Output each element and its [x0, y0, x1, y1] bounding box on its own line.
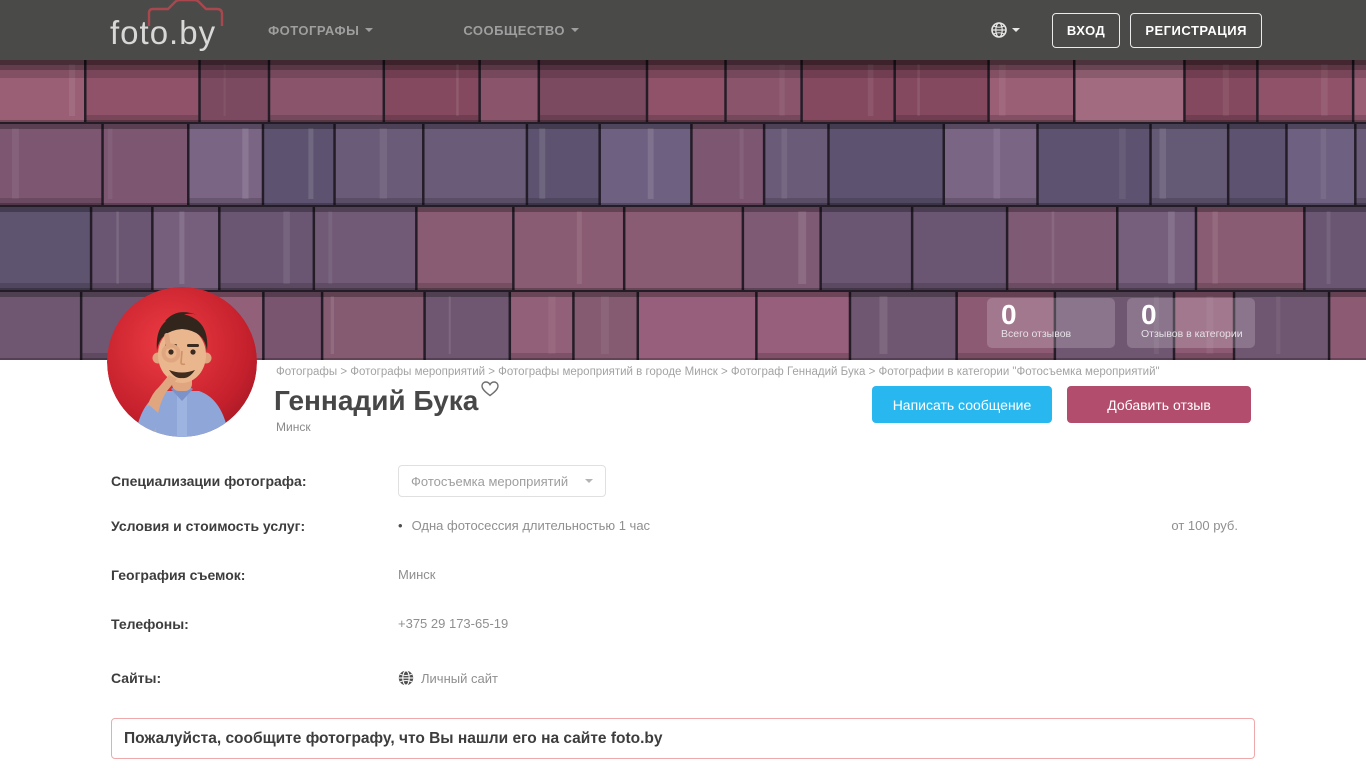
add-review-button[interactable]: Добавить отзыв — [1067, 386, 1251, 423]
phone-value: +375 29 173-65-19 — [398, 616, 509, 631]
nav-community[interactable]: СООБЩЕСТВО — [463, 22, 580, 38]
profile-actions: Написать сообщение Добавить отзыв — [872, 386, 1251, 423]
nav-photographers-label: ФОТОГРАФЫ — [268, 22, 360, 38]
chevron-down-icon — [585, 479, 593, 483]
avatar — [107, 287, 257, 437]
specializations-row: Специализации фотографа: Фотосъемка меро… — [111, 465, 1255, 497]
top-navbar: foto.by ФОТОГРАФЫ СООБЩЕСТВО ВХОД РЕГИСТ… — [0, 0, 1366, 60]
globe-icon — [991, 22, 1007, 38]
nav-photographers[interactable]: ФОТОГРАФЫ — [268, 22, 374, 38]
service-item: Одна фотосессия длительностью 1 час — [398, 518, 651, 534]
review-stats: 0 Всего отзывов 0 Отзывов в категории — [987, 298, 1255, 348]
register-button[interactable]: РЕГИСТРАЦИЯ — [1130, 12, 1262, 48]
photographer-city: Минск — [276, 420, 311, 434]
specialization-selected-value: Фотосъемка мероприятий — [411, 473, 569, 489]
stat-value: 0 — [1001, 299, 1017, 330]
stat-value: 0 — [1141, 299, 1157, 330]
photographer-name: Геннадий Бука — [274, 385, 479, 416]
stat-category-reviews: 0 Отзывов в категории — [1127, 298, 1255, 348]
phones-row: Телефоны: +375 29 173-65-19 — [111, 616, 1255, 632]
globe-icon — [398, 670, 414, 686]
notice-text: Пожалуйста, сообщите фотографу, что Вы н… — [124, 729, 663, 747]
personal-site-label: Личный сайт — [421, 670, 498, 686]
chevron-down-icon — [365, 28, 374, 32]
notice-banner: Пожалуйста, сообщите фотографу, что Вы н… — [111, 718, 1255, 759]
breadcrumb[interactable]: Фотографы > Фотографы мероприятий > Фото… — [276, 366, 1160, 378]
services-label: Условия и стоимость услуг: — [111, 518, 306, 534]
camera-outline-icon — [147, 0, 224, 26]
photographer-portrait — [107, 287, 257, 437]
send-message-button[interactable]: Написать сообщение — [872, 386, 1052, 423]
page: foto.by ФОТОГРАФЫ СООБЩЕСТВО ВХОД РЕГИСТ… — [0, 0, 1366, 768]
main-nav: ФОТОГРАФЫ СООБЩЕСТВО — [268, 22, 580, 38]
login-button[interactable]: ВХОД — [1051, 12, 1121, 48]
stat-label: Всего отзывов — [1001, 328, 1072, 340]
chevron-down-icon — [571, 28, 580, 32]
language-switcher[interactable] — [991, 22, 1020, 38]
sites-row: Сайты: Личный сайт — [111, 670, 1255, 686]
stat-label: Отзывов в категории — [1141, 328, 1243, 340]
specialization-select[interactable]: Фотосъемка мероприятий — [398, 465, 606, 497]
personal-site-link[interactable]: Личный сайт — [398, 670, 498, 686]
specializations-label: Специализации фотографа: — [111, 473, 307, 489]
geography-label: География съемок: — [111, 567, 246, 583]
stat-total-reviews: 0 Всего отзывов — [987, 298, 1115, 348]
nav-community-label: СООБЩЕСТВО — [463, 22, 566, 38]
geography-value: Минск — [398, 567, 436, 582]
service-price: от 100 руб. — [1171, 518, 1238, 533]
chevron-down-icon — [1011, 28, 1020, 32]
phones-label: Телефоны: — [111, 616, 189, 632]
site-logo[interactable]: foto.by — [110, 0, 224, 63]
favorite-heart-icon[interactable] — [481, 372, 500, 403]
geography-row: География съемок: Минск — [111, 567, 1255, 583]
sites-label: Сайты: — [111, 670, 162, 686]
header-right: ВХОД РЕГИСТРАЦИЯ — [991, 12, 1262, 48]
services-row: Условия и стоимость услуг: Одна фотосесс… — [111, 518, 1255, 534]
page-title: Геннадий Бука — [274, 381, 500, 417]
